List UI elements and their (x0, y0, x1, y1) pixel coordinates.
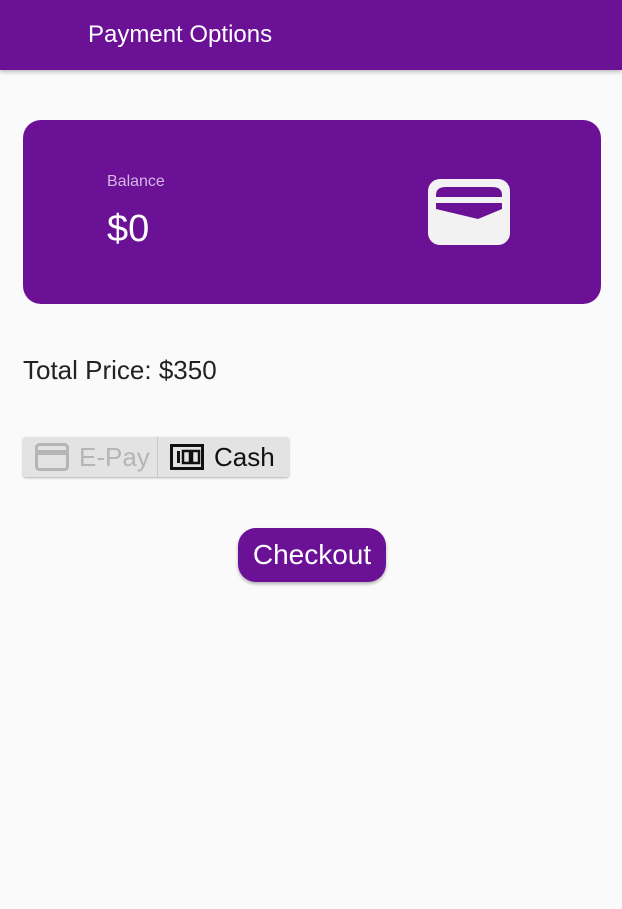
wallet-icon (428, 179, 510, 245)
epay-label: E-Pay (79, 441, 150, 472)
balance-card: Balance $0 (23, 120, 601, 304)
balance-value: $0 (107, 208, 150, 250)
total-price: Total Price: $350 (23, 355, 217, 385)
checkout-button[interactable]: Checkout (238, 528, 386, 582)
payment-method-toggle: E-Pay Cash (23, 437, 289, 477)
balance-label: Balance (107, 173, 165, 190)
app-bar: Payment Options (0, 0, 622, 70)
cash-option[interactable]: Cash (158, 437, 289, 477)
page-title: Payment Options (88, 21, 273, 48)
epay-option[interactable]: E-Pay (23, 437, 158, 477)
credit-card-icon (35, 443, 69, 471)
cash-label: Cash (214, 441, 275, 472)
cash-icon (170, 444, 204, 470)
